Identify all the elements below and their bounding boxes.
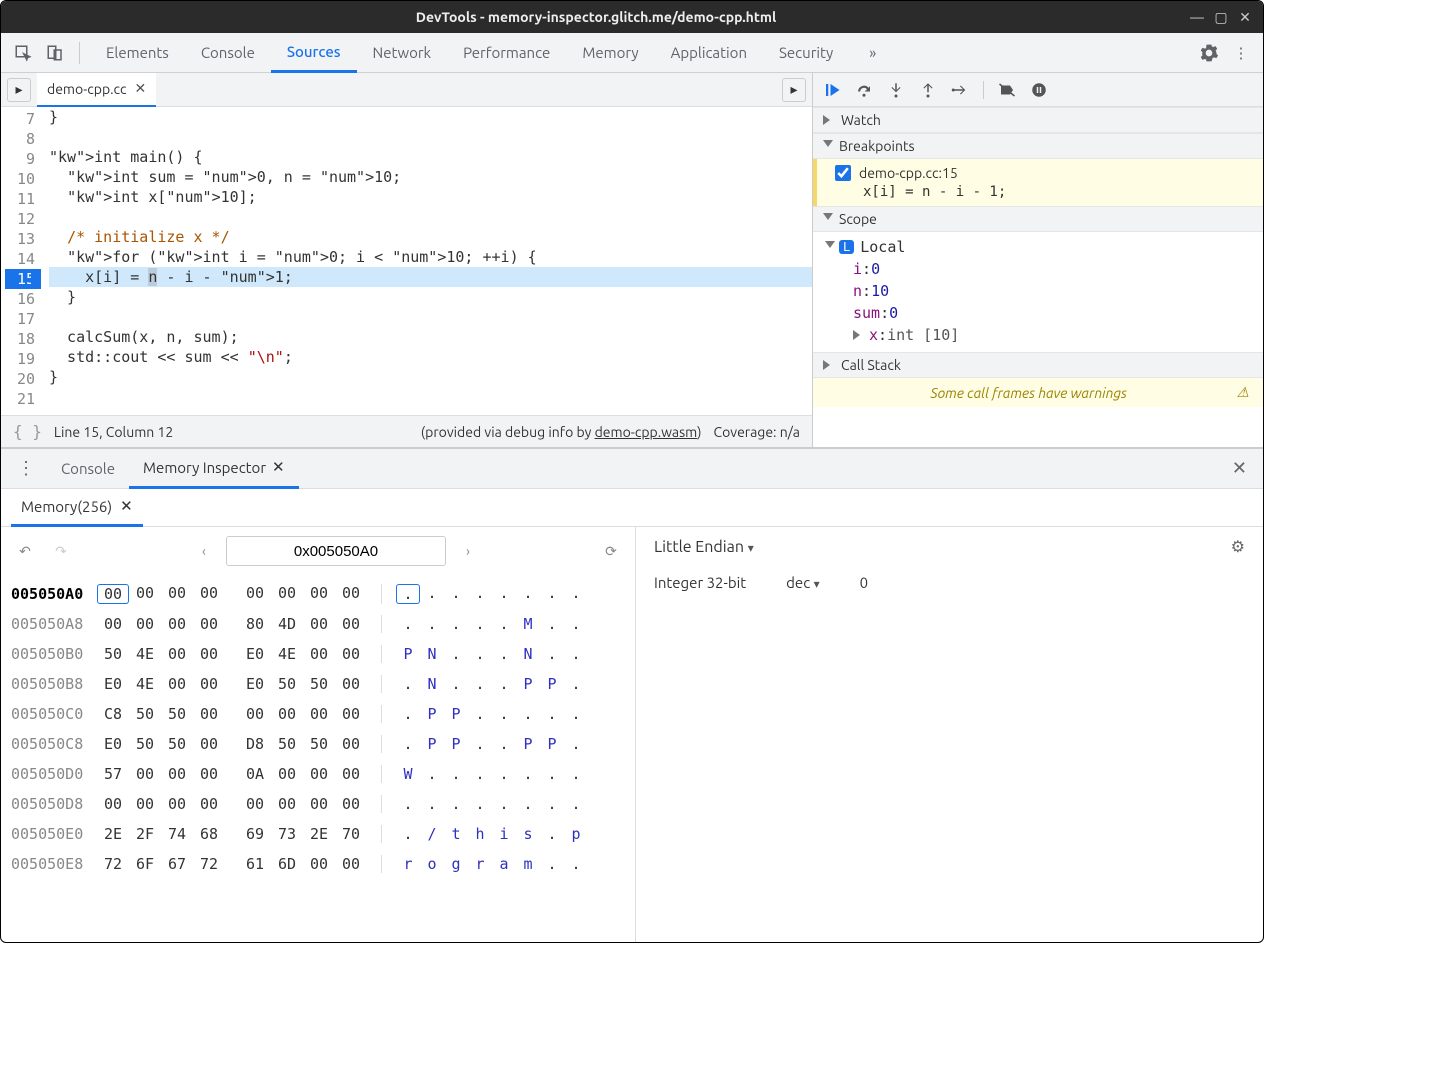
- section-callstack[interactable]: Call Stack: [813, 352, 1263, 378]
- section-breakpoints[interactable]: Breakpoints: [813, 133, 1263, 159]
- callstack-warning: Some call frames have warnings⚠: [813, 378, 1263, 407]
- code-editor[interactable]: 789101112131415161718192021 }"kw">int ma…: [1, 107, 812, 415]
- refresh-icon[interactable]: ⟳: [597, 537, 625, 565]
- hex-viewer[interactable]: 005050A00000000000000000........005050A8…: [1, 575, 635, 942]
- hex-row[interactable]: 005050E8726F6772616D0000rogram..: [11, 849, 625, 879]
- close-file-icon[interactable]: ✕: [135, 80, 147, 97]
- inspect-element-icon[interactable]: [9, 39, 37, 67]
- undo-icon[interactable]: ↶: [11, 537, 39, 565]
- scope-var[interactable]: i: 0: [853, 258, 1263, 280]
- deactivate-breakpoints-icon[interactable]: [998, 81, 1016, 99]
- device-toggle-icon[interactable]: [41, 39, 69, 67]
- endian-selector[interactable]: Little Endian ▾: [654, 538, 754, 556]
- drawer-tabs: ⋮ ConsoleMemory Inspector ✕ ✕: [1, 449, 1263, 489]
- pretty-print-icon[interactable]: { }: [13, 422, 42, 441]
- memory-tab[interactable]: Memory(256)✕: [11, 489, 143, 527]
- tab-application[interactable]: Application: [655, 33, 763, 73]
- section-scope[interactable]: Scope: [813, 206, 1263, 232]
- settings-icon[interactable]: [1195, 39, 1223, 67]
- drawer-close-icon[interactable]: ✕: [1224, 458, 1255, 479]
- breakpoint-checkbox[interactable]: [835, 165, 851, 181]
- debugger-toggle-icon[interactable]: ▸: [782, 78, 806, 102]
- section-watch[interactable]: Watch: [813, 107, 1263, 133]
- tab-elements[interactable]: Elements: [90, 33, 185, 73]
- tab-performance[interactable]: Performance: [447, 33, 566, 73]
- hex-row[interactable]: 005050B8E04E0000E0505000.N...PP.: [11, 669, 625, 699]
- close-memory-tab-icon[interactable]: ✕: [120, 497, 133, 515]
- value-settings-icon[interactable]: ⚙: [1231, 537, 1245, 556]
- tab-overflow-icon[interactable]: »: [853, 33, 892, 73]
- maximize-icon[interactable]: ▢: [1213, 9, 1229, 25]
- tab-sources[interactable]: Sources: [271, 33, 357, 73]
- value-base-selector[interactable]: dec ▾: [786, 574, 820, 591]
- warning-icon: ⚠: [1236, 384, 1249, 401]
- step-out-icon[interactable]: [919, 81, 937, 99]
- tab-memory[interactable]: Memory: [566, 33, 654, 73]
- page-forward-icon[interactable]: ›: [454, 537, 482, 565]
- address-input[interactable]: [226, 536, 446, 566]
- close-drawer-tab-icon[interactable]: ✕: [272, 458, 285, 476]
- tab-network[interactable]: Network: [357, 33, 448, 73]
- step-icon[interactable]: [951, 81, 969, 99]
- tab-console[interactable]: Console: [185, 33, 271, 73]
- drawer-tab-memory-inspector[interactable]: Memory Inspector ✕: [129, 449, 299, 489]
- hex-row[interactable]: 005050D80000000000000000........: [11, 789, 625, 819]
- main-toolbar: ElementsConsoleSourcesNetworkPerformance…: [1, 33, 1263, 73]
- wasm-source-link[interactable]: demo-cpp.wasm: [595, 424, 698, 440]
- hex-row[interactable]: 005050E02E2F746869732E70./this.p: [11, 819, 625, 849]
- window-titlebar: DevTools - memory-inspector.glitch.me/de…: [1, 1, 1263, 33]
- hex-row[interactable]: 005050C0C850500000000000.PP.....: [11, 699, 625, 729]
- page-back-icon[interactable]: ‹: [190, 537, 218, 565]
- hex-row[interactable]: 005050A800000000804D0000.....M..: [11, 609, 625, 639]
- pause-on-exception-icon[interactable]: [1030, 81, 1048, 99]
- scope-var[interactable]: sum: 0: [853, 302, 1263, 324]
- value-type-label: Integer 32-bit: [654, 574, 746, 591]
- resume-icon[interactable]: [823, 81, 841, 99]
- hex-row[interactable]: 005050B0504E0000E04E0000PN...N..: [11, 639, 625, 669]
- value-display: 0: [860, 574, 868, 591]
- window-title: DevTools - memory-inspector.glitch.me/de…: [11, 9, 1181, 25]
- hex-row[interactable]: 005050C8E0505000D8505000.PP..PP.: [11, 729, 625, 759]
- step-into-icon[interactable]: [887, 81, 905, 99]
- kebab-menu-icon[interactable]: ⋮: [1227, 39, 1255, 67]
- breakpoint-item[interactable]: demo-cpp.cc:15 x[i] = n - i - 1;: [813, 159, 1263, 206]
- close-icon[interactable]: ✕: [1237, 9, 1253, 25]
- file-tab[interactable]: demo-cpp.cc ✕: [37, 73, 156, 107]
- scope-var[interactable]: x: int [10]: [853, 324, 1263, 346]
- drawer-tab-console[interactable]: Console: [47, 449, 129, 489]
- redo-icon[interactable]: ↷: [47, 537, 75, 565]
- editor-status-bar: { } Line 15, Column 12 (provided via deb…: [1, 415, 812, 447]
- minimize-icon[interactable]: —: [1189, 9, 1205, 25]
- tab-security[interactable]: Security: [763, 33, 849, 73]
- drawer-kebab-icon[interactable]: ⋮: [9, 458, 43, 479]
- navigator-toggle-icon[interactable]: ▸: [7, 78, 31, 102]
- hex-row[interactable]: 005050A00000000000000000........: [11, 579, 625, 609]
- step-over-icon[interactable]: [855, 81, 873, 99]
- debugger-pane: Watch Breakpoints demo-cpp.cc:15 x[i] = …: [813, 73, 1263, 447]
- scope-var[interactable]: n: 10: [853, 280, 1263, 302]
- editor-tabs: ▸ demo-cpp.cc ✕ ▸: [1, 73, 812, 107]
- hex-row[interactable]: 005050D0570000000A000000W.......: [11, 759, 625, 789]
